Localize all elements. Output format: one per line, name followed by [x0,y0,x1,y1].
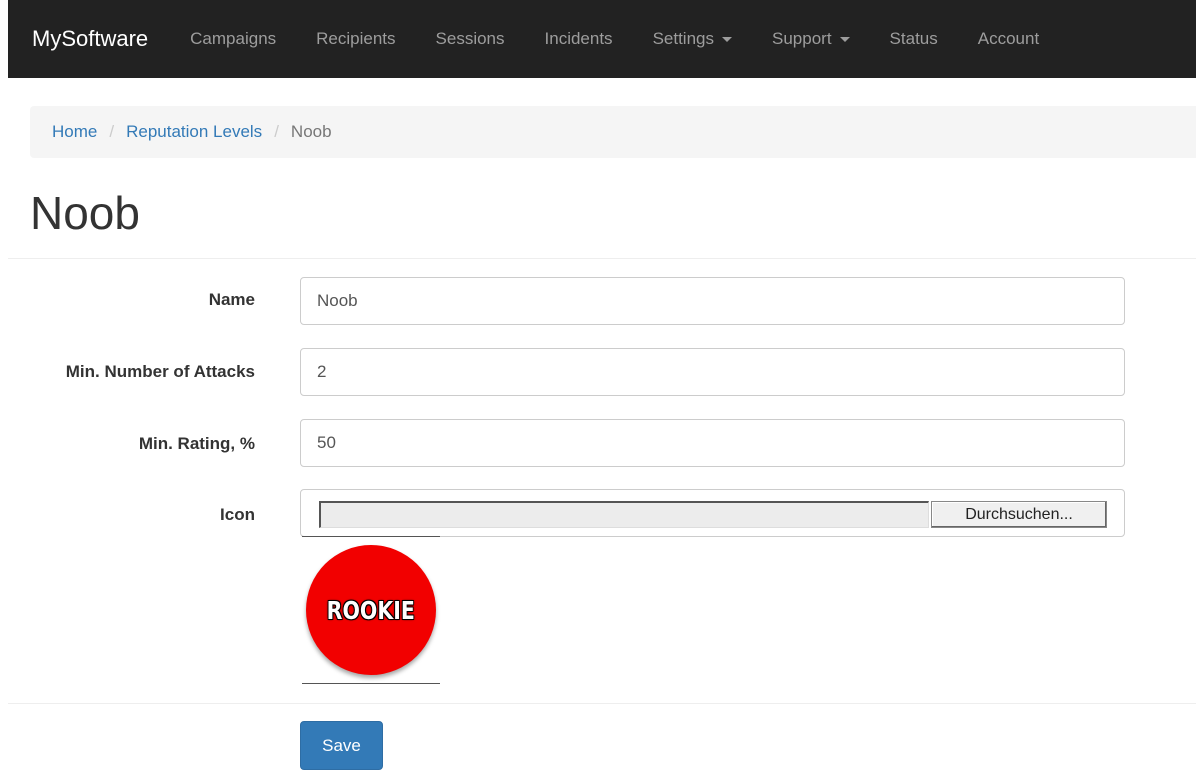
nav-recipients-label: Recipients [316,29,396,48]
title-divider [8,258,1196,259]
nav-recipients[interactable]: Recipients [296,29,415,49]
icon-preview: ROOKIE [302,536,440,684]
file-path-field[interactable] [319,501,929,528]
name-label: Name [208,290,255,309]
nav-sessions-label: Sessions [435,29,505,48]
min-rating-input[interactable] [300,419,1125,467]
page-title: Noob [30,187,140,239]
browse-button[interactable]: Durchsuchen... [931,501,1107,528]
breadcrumb-separator: / [109,122,115,141]
icon-label: Icon [220,505,255,524]
min-attacks-input[interactable] [300,348,1125,396]
top-navbar: MySoftware Campaigns Recipients Sessions… [8,0,1196,78]
nav-support-dropdown[interactable]: Support [752,29,870,49]
name-input[interactable] [300,277,1125,325]
nav-sessions[interactable]: Sessions [416,29,525,49]
breadcrumb-reputation-levels-link[interactable]: Reputation Levels [126,122,262,142]
breadcrumb-home-link[interactable]: Home [52,122,97,142]
form-divider [8,703,1196,704]
nav-account-label: Account [977,29,1040,48]
nav-campaigns[interactable]: Campaigns [170,29,296,49]
breadcrumb-separator: / [274,122,279,141]
caret-down-icon [722,36,732,42]
breadcrumb-current: Noob [290,122,332,141]
breadcrumb: Home / Reputation Levels / Noob [30,106,1196,158]
nav-support-label: Support [772,29,832,48]
icon-file-input: Durchsuchen... [300,489,1125,537]
nav-incidents-label: Incidents [544,29,613,48]
nav-settings-label: Settings [652,29,714,48]
brand-link[interactable]: MySoftware [32,26,148,52]
nav-status[interactable]: Status [870,29,958,49]
nav-settings-dropdown[interactable]: Settings [633,29,752,49]
save-button[interactable]: Save [300,721,383,770]
nav-campaigns-label: Campaigns [190,29,277,48]
rookie-badge-text: ROOKIE [326,595,416,625]
nav-status-label: Status [889,29,938,48]
caret-down-icon [839,36,850,42]
min-rating-label: Min. Rating, % [138,434,255,453]
nav-incidents[interactable]: Incidents [525,29,633,49]
nav-account[interactable]: Account [958,29,1059,49]
rookie-badge-image: ROOKIE [306,545,436,675]
min-attacks-label: Min. Number of Attacks [65,362,255,381]
